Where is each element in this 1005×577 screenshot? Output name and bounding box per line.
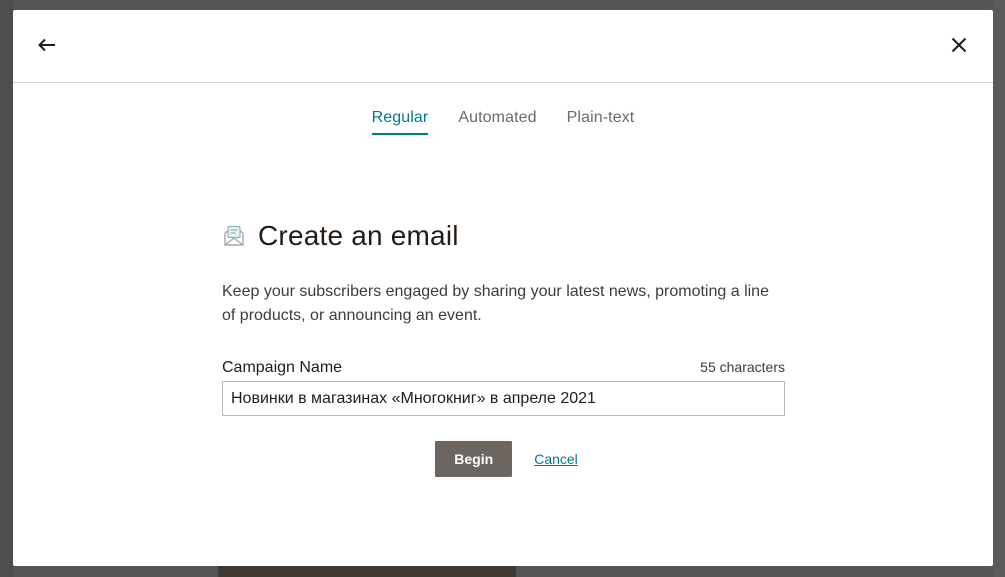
create-email-form: Create an email Keep your subscribers en… [222, 220, 785, 477]
background-image-fragment [218, 565, 516, 577]
begin-button[interactable]: Begin [435, 441, 513, 477]
tab-regular[interactable]: Regular [371, 109, 429, 135]
campaign-type-tabs: Regular Automated Plain-text [13, 109, 993, 135]
description-text: Keep your subscribers engaged by sharing… [222, 283, 769, 324]
arrow-left-icon [38, 38, 55, 52]
tab-plain-text[interactable]: Plain-text [567, 109, 635, 135]
close-icon [951, 37, 967, 53]
create-email-modal: Regular Automated Plain-text Create an e… [13, 10, 993, 566]
page-title: Create an email [258, 220, 459, 251]
campaign-name-label-row: Campaign Name 55 characters [222, 359, 785, 377]
tab-automated[interactable]: Automated [458, 109, 536, 135]
back-button[interactable] [35, 33, 59, 57]
title-row: Create an email [222, 220, 785, 252]
close-button[interactable] [947, 33, 971, 57]
campaign-name-label: Campaign Name [222, 359, 343, 376]
campaign-name-input[interactable] [222, 381, 785, 416]
background-page-right [993, 0, 1005, 577]
background-page-left [0, 0, 13, 577]
form-actions: Begin Cancel [222, 441, 785, 477]
character-count: 55 characters [700, 359, 785, 375]
cancel-link[interactable]: Cancel [534, 451, 578, 467]
modal-header [13, 10, 993, 83]
email-envelope-icon [224, 225, 244, 246]
